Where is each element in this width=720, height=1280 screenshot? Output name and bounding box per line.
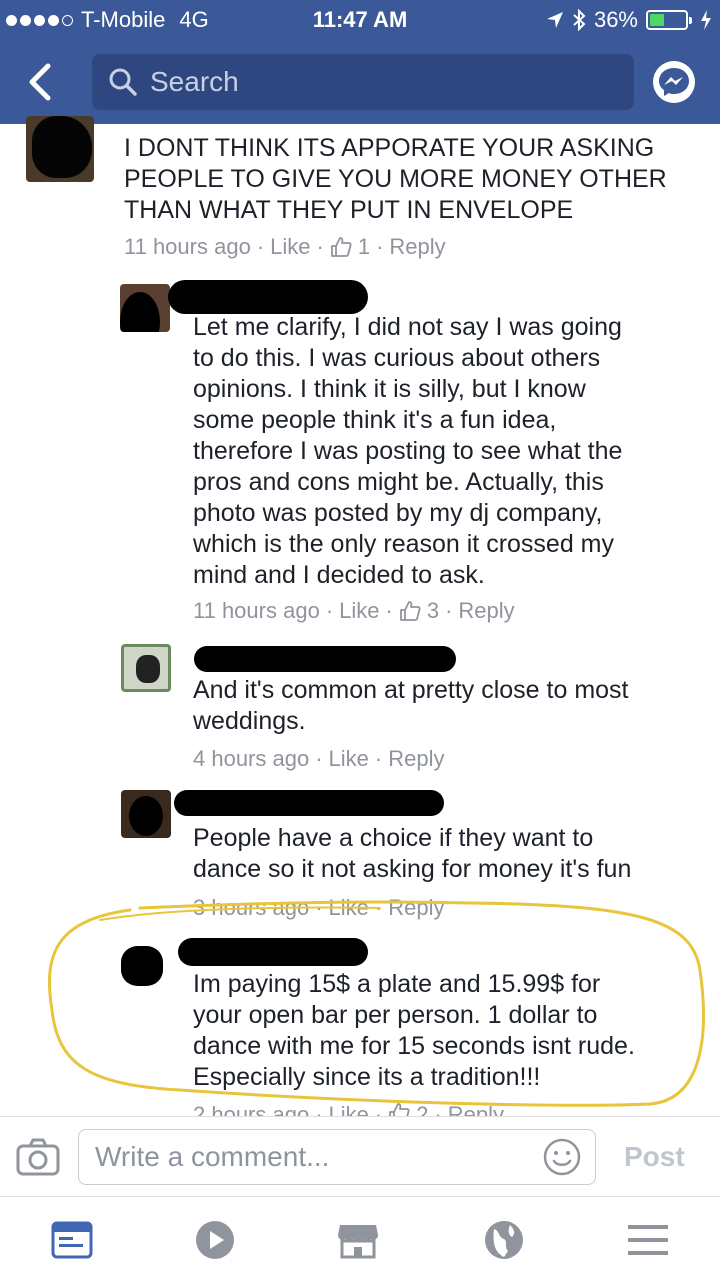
bluetooth-icon [573,9,586,31]
battery-icon [646,10,692,30]
avatar[interactable] [120,284,170,332]
post-button[interactable]: Post [624,1141,685,1173]
messenger-button[interactable] [653,61,695,103]
comment-time: 11 hours ago [124,234,251,259]
comment-input[interactable]: Write a comment... [78,1129,596,1185]
comment-meta: 11 hours ago · Like · 1 · Reply [124,234,446,260]
reply-link[interactable]: Reply [389,234,445,260]
redacted-name [174,790,444,816]
comment-meta: 3 hours ago · Like · Reply [193,895,445,921]
menu-icon[interactable] [626,1219,670,1261]
redacted-name [194,646,456,672]
thumbs-up-icon [399,601,421,621]
avatar[interactable] [121,790,171,838]
avatar[interactable] [26,116,94,182]
like-link[interactable]: Like [329,895,369,921]
comment-meta: 11 hours ago · Like · 3 · Reply [193,598,515,624]
comment-text: Im paying 15$ a plate and 15.99$ for you… [193,970,635,1091]
back-chevron-icon[interactable] [22,62,62,102]
avatar[interactable] [121,644,171,692]
camera-icon[interactable] [16,1137,60,1177]
status-bar: T-Mobile 4G 11:47 AM 36% [0,0,720,40]
location-icon [546,12,563,28]
thumbs-up-icon [389,1103,410,1116]
avatar[interactable] [121,940,171,988]
redacted-name [168,280,368,314]
search-icon [109,68,137,96]
marketplace-icon[interactable] [336,1219,380,1261]
reply-link[interactable]: Reply [388,746,444,772]
emoji-icon[interactable] [542,1137,582,1177]
messenger-icon [659,68,689,96]
comment-meta: 4 hours ago · Like · Reply [193,746,445,772]
reply-link[interactable]: Reply [458,598,514,624]
comment-text: People have a choice if they want to dan… [193,824,632,883]
comment-meta: 2 hours ago · Like · 2 · Reply [193,1102,504,1116]
reply-link[interactable]: Reply [388,895,444,921]
globe-icon[interactable] [482,1219,526,1261]
comment-time: 4 hours ago [193,746,310,771]
comment-text: And it's common at pretty close to most … [193,676,629,735]
search-placeholder: Search [150,66,239,97]
like-count: 1 [357,234,371,259]
reply-link[interactable]: Reply [448,1102,504,1116]
comment-text: I DONT THINK ITS APPORATE YOUR ASKING PE… [124,134,667,224]
comment-composer: Write a comment... Post [0,1116,720,1196]
app-header: T-Mobile 4G 11:47 AM 36% Search [0,0,720,124]
thumbs-up-icon [330,237,352,257]
like-link[interactable]: Like [329,1102,369,1116]
video-icon[interactable] [193,1219,237,1261]
like-link[interactable]: Like [339,598,379,624]
like-link[interactable]: Like [329,746,369,772]
comment-time: 2 hours ago [193,1102,310,1116]
comment-time: 11 hours ago [193,598,320,623]
comment-text: Let me clarify, I did not say I was goin… [193,313,623,589]
comment-time: 3 hours ago [193,895,310,920]
redacted-name [178,938,368,966]
like-count: 3 [426,598,440,623]
charging-icon [701,10,711,30]
search-bar[interactable]: Search [92,54,634,110]
tab-bar [0,1196,720,1280]
like-link[interactable]: Like [270,234,310,260]
like-count: 2 [416,1102,429,1116]
battery-percent: 36% [593,7,638,32]
news-feed-icon[interactable] [50,1219,94,1261]
